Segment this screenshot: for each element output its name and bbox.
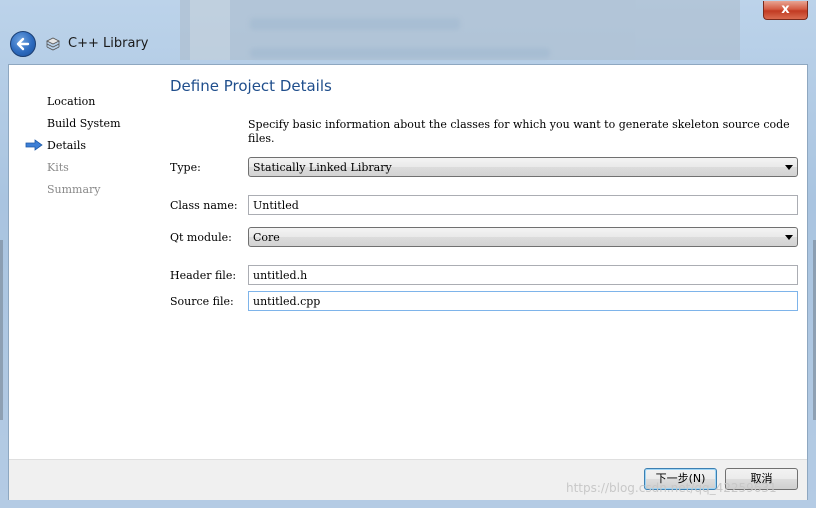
chevron-down-icon (785, 235, 793, 240)
class-name-label: Class name: (170, 199, 238, 212)
qt-module-label: Qt module: (170, 231, 232, 244)
background-editor-blur (180, 0, 740, 60)
close-button[interactable]: x (763, 1, 808, 20)
close-icon: x (781, 2, 790, 17)
class-name-field[interactable]: Untitled (248, 195, 798, 215)
type-combobox[interactable]: Statically Linked Library (248, 157, 798, 177)
source-file-field[interactable]: untitled.cpp (248, 291, 798, 311)
step-build-system: Build System (47, 117, 121, 130)
step-kits: Kits (47, 161, 69, 174)
window-title: C++ Library (68, 36, 149, 51)
header-file-label: Header file: (170, 269, 237, 282)
source-file-label: Source file: (170, 295, 234, 308)
back-arrow-icon (16, 37, 30, 51)
source-file-value: untitled.cpp (253, 295, 321, 308)
header-file-field[interactable]: untitled.h (248, 265, 798, 285)
qt-module-combobox[interactable]: Core (248, 227, 798, 247)
page-title: Define Project Details (170, 77, 332, 95)
chevron-down-icon (785, 165, 793, 170)
class-name-value: Untitled (253, 199, 299, 212)
watermark: https://blog.csdn.net/qq_42259631 (566, 481, 777, 495)
type-label: Type: (170, 161, 201, 174)
header-file-value: untitled.h (253, 269, 308, 282)
step-summary: Summary (47, 183, 101, 196)
back-button[interactable] (10, 31, 36, 57)
type-value: Statically Linked Library (253, 161, 392, 174)
step-location: Location (47, 95, 96, 108)
library-icon (46, 37, 60, 51)
right-arrow-icon (25, 139, 43, 151)
qt-module-value: Core (253, 231, 280, 244)
step-details: Details (47, 139, 86, 152)
page-description: Specify basic information about the clas… (248, 118, 790, 145)
left-edge (0, 240, 3, 420)
